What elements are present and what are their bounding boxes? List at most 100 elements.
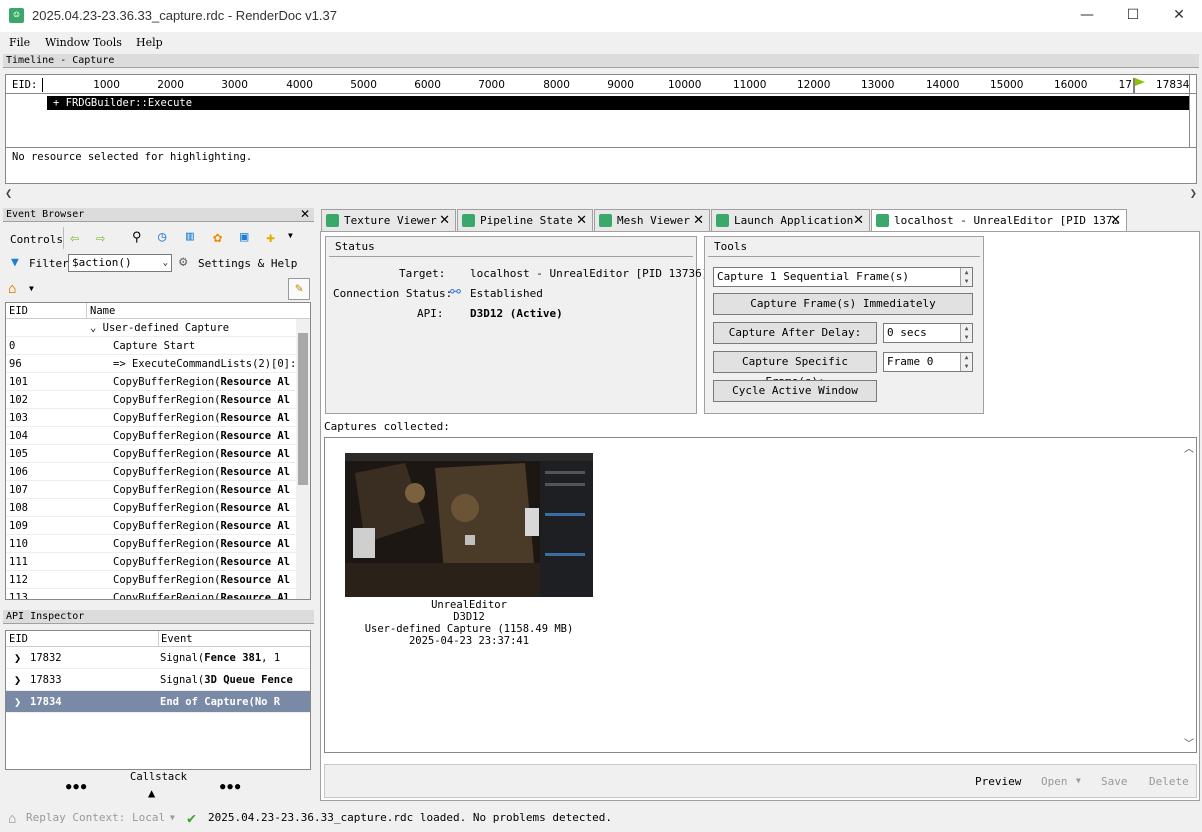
col-eid[interactable]: EID [9,303,28,319]
open-button[interactable]: Open [1041,775,1068,788]
sequential-frames-spinbox[interactable]: Capture 1 Sequential Frame(s) ▲ ▼ [713,267,973,287]
tab-close-icon[interactable]: ✕ [1110,210,1121,231]
find-binoculars-icon[interactable]: ⚲ [132,230,142,245]
chevron-down-icon[interactable]: ▼ [1076,776,1081,785]
menu-help[interactable]: Help [136,36,163,49]
col-event[interactable]: Event [161,631,193,647]
tab-3[interactable]: Mesh Viewer ✕ [594,209,710,231]
chevron-right-icon[interactable]: ❯ [14,647,21,668]
api-row[interactable]: ❯ 17834 End of Capture(No R [6,691,310,713]
tab-4[interactable]: Launch Application ✕ [711,209,870,231]
event-row[interactable]: 112 CopyBufferRegion(Resource Al [6,571,310,589]
capture-after-delay-button[interactable]: Capture After Delay: [713,322,877,344]
maximize-button[interactable]: ☐ [1110,0,1156,32]
scroll-left-icon[interactable]: ❮ [5,186,12,200]
event-row[interactable]: 108 CopyBufferRegion(Resource Al [6,499,310,517]
timeline-tick-label: 6000 [414,79,441,91]
tab-2[interactable]: Pipeline State ✕ [457,209,593,231]
save-icon[interactable]: ▣ [240,229,248,245]
api-row[interactable]: ❯ 17832 Signal(Fence 381, 1 [6,647,310,669]
splitter-dots-left[interactable]: ●●● [66,782,88,792]
api-event-pre: Signal( [160,652,205,664]
menu-file[interactable]: File [9,36,30,49]
tab-close-icon[interactable]: ✕ [439,210,450,231]
scroll-up-icon[interactable]: ︿ [1184,440,1194,455]
cycle-active-window-button[interactable]: Cycle Active Window [713,380,877,402]
chevron-right-icon[interactable]: ❯ [14,669,21,690]
capture-specific-frame-button[interactable]: Capture Specific Frame(s): [713,351,877,388]
filter-input[interactable]: $action() ⌄ [68,254,172,272]
capture-immediately-button[interactable]: Capture Frame(s) Immediately [713,293,973,315]
bookmark-bars-icon[interactable]: ▥ [186,229,194,244]
event-eid: 102 [9,394,28,406]
event-row[interactable]: 0 Capture Start [6,337,310,355]
chevron-down-icon[interactable]: ▼ [288,231,293,240]
tab-close-icon[interactable]: ✕ [853,210,864,231]
event-row[interactable]: 110 CopyBufferRegion(Resource Al [6,535,310,553]
chevron-down-icon[interactable]: ▼ [29,284,34,293]
scroll-right-icon[interactable]: ❯ [1190,186,1197,200]
event-name-text: CopyBufferRegion( [113,520,221,532]
step-back-icon[interactable]: ⇦ [70,229,79,247]
step-forward-icon[interactable]: ⇨ [96,229,105,247]
replay-context-label[interactable]: Replay Context: Local [26,811,165,824]
save-button[interactable]: Save [1101,775,1128,788]
notes-edit-icon[interactable]: ✎ [288,278,310,300]
scroll-down-icon[interactable]: ﹀ [1184,735,1194,750]
frame-spinbox[interactable]: Frame 0 ▲ ▼ [883,352,973,372]
spin-arrows-icon[interactable]: ▲ ▼ [960,268,972,286]
menu-tools[interactable]: Tools [93,36,122,49]
gear-icon[interactable]: ⚙ [179,254,187,270]
timeline-tick-label: 1000 [93,79,120,91]
chevron-down-icon[interactable]: ▼ [170,813,175,822]
menu-window[interactable]: Window [45,36,90,49]
event-browser-close-icon[interactable]: ✕ [300,208,310,221]
time-durations-icon[interactable]: ◷ [158,229,166,245]
chevron-down-icon[interactable]: ⌄ [90,322,103,334]
event-row[interactable]: ⌄ User-defined Capture [6,319,310,337]
event-row[interactable]: 111 CopyBufferRegion(Resource Al [6,553,310,571]
event-row[interactable]: 101 CopyBufferRegion(Resource Al [6,373,310,391]
timeline-tick-label: 17 [1118,79,1132,91]
colorize-icon[interactable]: ✿ [213,228,222,246]
preview-button[interactable]: Preview [975,775,1021,788]
timeline-tick-label: 3000 [221,79,248,91]
settings-help-button[interactable]: Settings & Help [198,257,297,270]
spin-arrows-icon[interactable]: ▲ ▼ [960,353,972,371]
col-name[interactable]: Name [90,303,115,319]
close-button[interactable]: ✕ [1156,0,1202,32]
timeline-marker-frdg[interactable]: + FRDGBuilder::Execute [47,96,1189,110]
tab-1[interactable]: Texture Viewer ✕ [321,209,456,231]
event-row[interactable]: 105 CopyBufferRegion(Resource Al [6,445,310,463]
delay-spinbox[interactable]: 0 secs ▲ ▼ [883,323,973,343]
tab-5[interactable]: localhost - UnrealEditor [PID 137… ✕ [871,209,1127,231]
event-row[interactable]: 102 CopyBufferRegion(Resource Al [6,391,310,409]
api-row[interactable]: ❯ 17833 Signal(3D Queue Fence [6,669,310,691]
chevron-right-icon[interactable]: ❯ [14,691,21,712]
col-eid[interactable]: EID [9,631,28,647]
event-row[interactable]: 103 CopyBufferRegion(Resource Al [6,409,310,427]
caret-up-icon[interactable]: ▲ [148,786,155,800]
event-row[interactable]: 109 CopyBufferRegion(Resource Al [6,517,310,535]
event-row[interactable]: 107 CopyBufferRegion(Resource Al [6,481,310,499]
delete-button[interactable]: Delete [1149,775,1189,788]
extensions-puzzle-icon[interactable]: ✚ [266,228,275,246]
spin-arrows-icon[interactable]: ▲ ▼ [960,324,972,342]
timeline-hscrollbar[interactable]: ❮ ❯ [5,186,1197,202]
event-row[interactable]: 113 CopyBufferRegion(Resource Al [6,589,310,599]
event-row[interactable]: 104 CopyBufferRegion(Resource Al [6,427,310,445]
home-icon[interactable]: ⌂ [8,281,16,297]
delay-value: 0 secs [887,326,927,339]
timeline-tick-label: 15000 [990,79,1024,91]
chevron-down-icon[interactable]: ⌄ [163,255,168,271]
tab-close-icon[interactable]: ✕ [576,210,587,231]
event-vscrollbar[interactable] [296,319,310,599]
minimize-button[interactable]: — [1064,0,1110,32]
scroll-thumb[interactable] [298,333,308,485]
tab-close-icon[interactable]: ✕ [693,210,704,231]
event-row[interactable]: 106 CopyBufferRegion(Resource Al [6,463,310,481]
event-row[interactable]: 96 => ExecuteCommandLists(2)[0]: [6,355,310,373]
capture-thumbnail[interactable] [345,453,593,597]
splitter-dots-right[interactable]: ●●● [220,782,242,792]
connection-status-value: Established [470,287,543,300]
